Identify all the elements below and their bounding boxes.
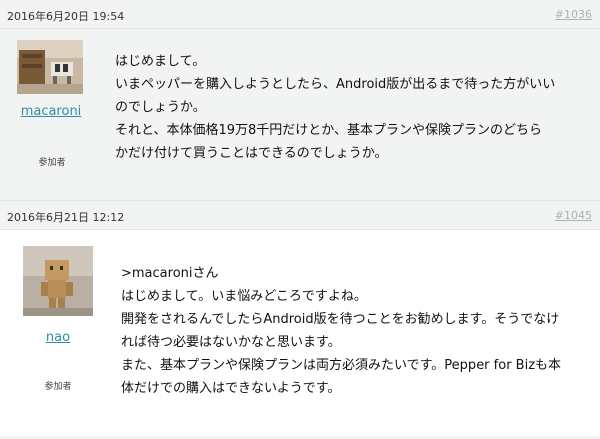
author-link[interactable]: nao (21, 330, 95, 345)
post-date: 2016年6月20日 19:54 (7, 10, 125, 23)
post-body: >macaroniさん はじめまして。いま悩みどころですよね。 開発をされるんで… (121, 262, 597, 400)
post-text-line: はじめまして。 (115, 54, 206, 69)
post-text-line: 開発をされるんでしたらAndroid版を待つことをお勧めします。そうでなけ (121, 312, 560, 327)
post-text-line: それと、本体価格19万8千円だけとか、基本プランや保険プランのどちら (115, 123, 543, 138)
avatar-image (17, 40, 83, 94)
post-permalink[interactable]: #1036 (555, 8, 592, 21)
post-text-line: 体だけでの購入はできないようです。 (121, 381, 341, 396)
post-meta-bar: 2016年6月20日 19:54 #1036 (0, 0, 600, 29)
author-role: 参加者 (44, 382, 72, 392)
avatar[interactable] (23, 246, 93, 316)
avatar[interactable] (17, 40, 83, 94)
post-text-line: のでしょうか。 (115, 100, 206, 115)
author-role: 参加者 (38, 158, 66, 168)
post-text-line: はじめまして。いま悩みどころですよね。 (121, 289, 367, 304)
forum-post: 2016年6月20日 19:54 #1036 macaroni 参加者 はじめま… (0, 0, 600, 200)
post-text-line: れば待つ必要はないかなと思います。 (121, 335, 341, 350)
post-permalink[interactable]: #1045 (555, 209, 592, 222)
post-body: はじめまして。 いまペッパーを購入しようとしたら、Android版が出るまで待っ… (115, 50, 595, 165)
post-text-line: かだけ付けて買うことはできるのでしょうか。 (115, 146, 388, 161)
post-text-line: また、基本プランや保険プランは両方必須みたいです。Pepper for Bizも… (121, 358, 562, 373)
forum-post: 2016年6月21日 12:12 #1045 nao 参加者 >macaroni… (0, 200, 600, 436)
avatar-image (23, 246, 93, 316)
post-date: 2016年6月21日 12:12 (7, 211, 125, 224)
post-text-line: いまペッパーを購入しようとしたら、Android版が出るまで待った方がいい (115, 77, 556, 92)
author-link[interactable]: macaroni (12, 104, 90, 119)
post-meta-bar: 2016年6月21日 12:12 #1045 (0, 200, 600, 230)
post-text-line: >macaroniさん (121, 266, 219, 281)
